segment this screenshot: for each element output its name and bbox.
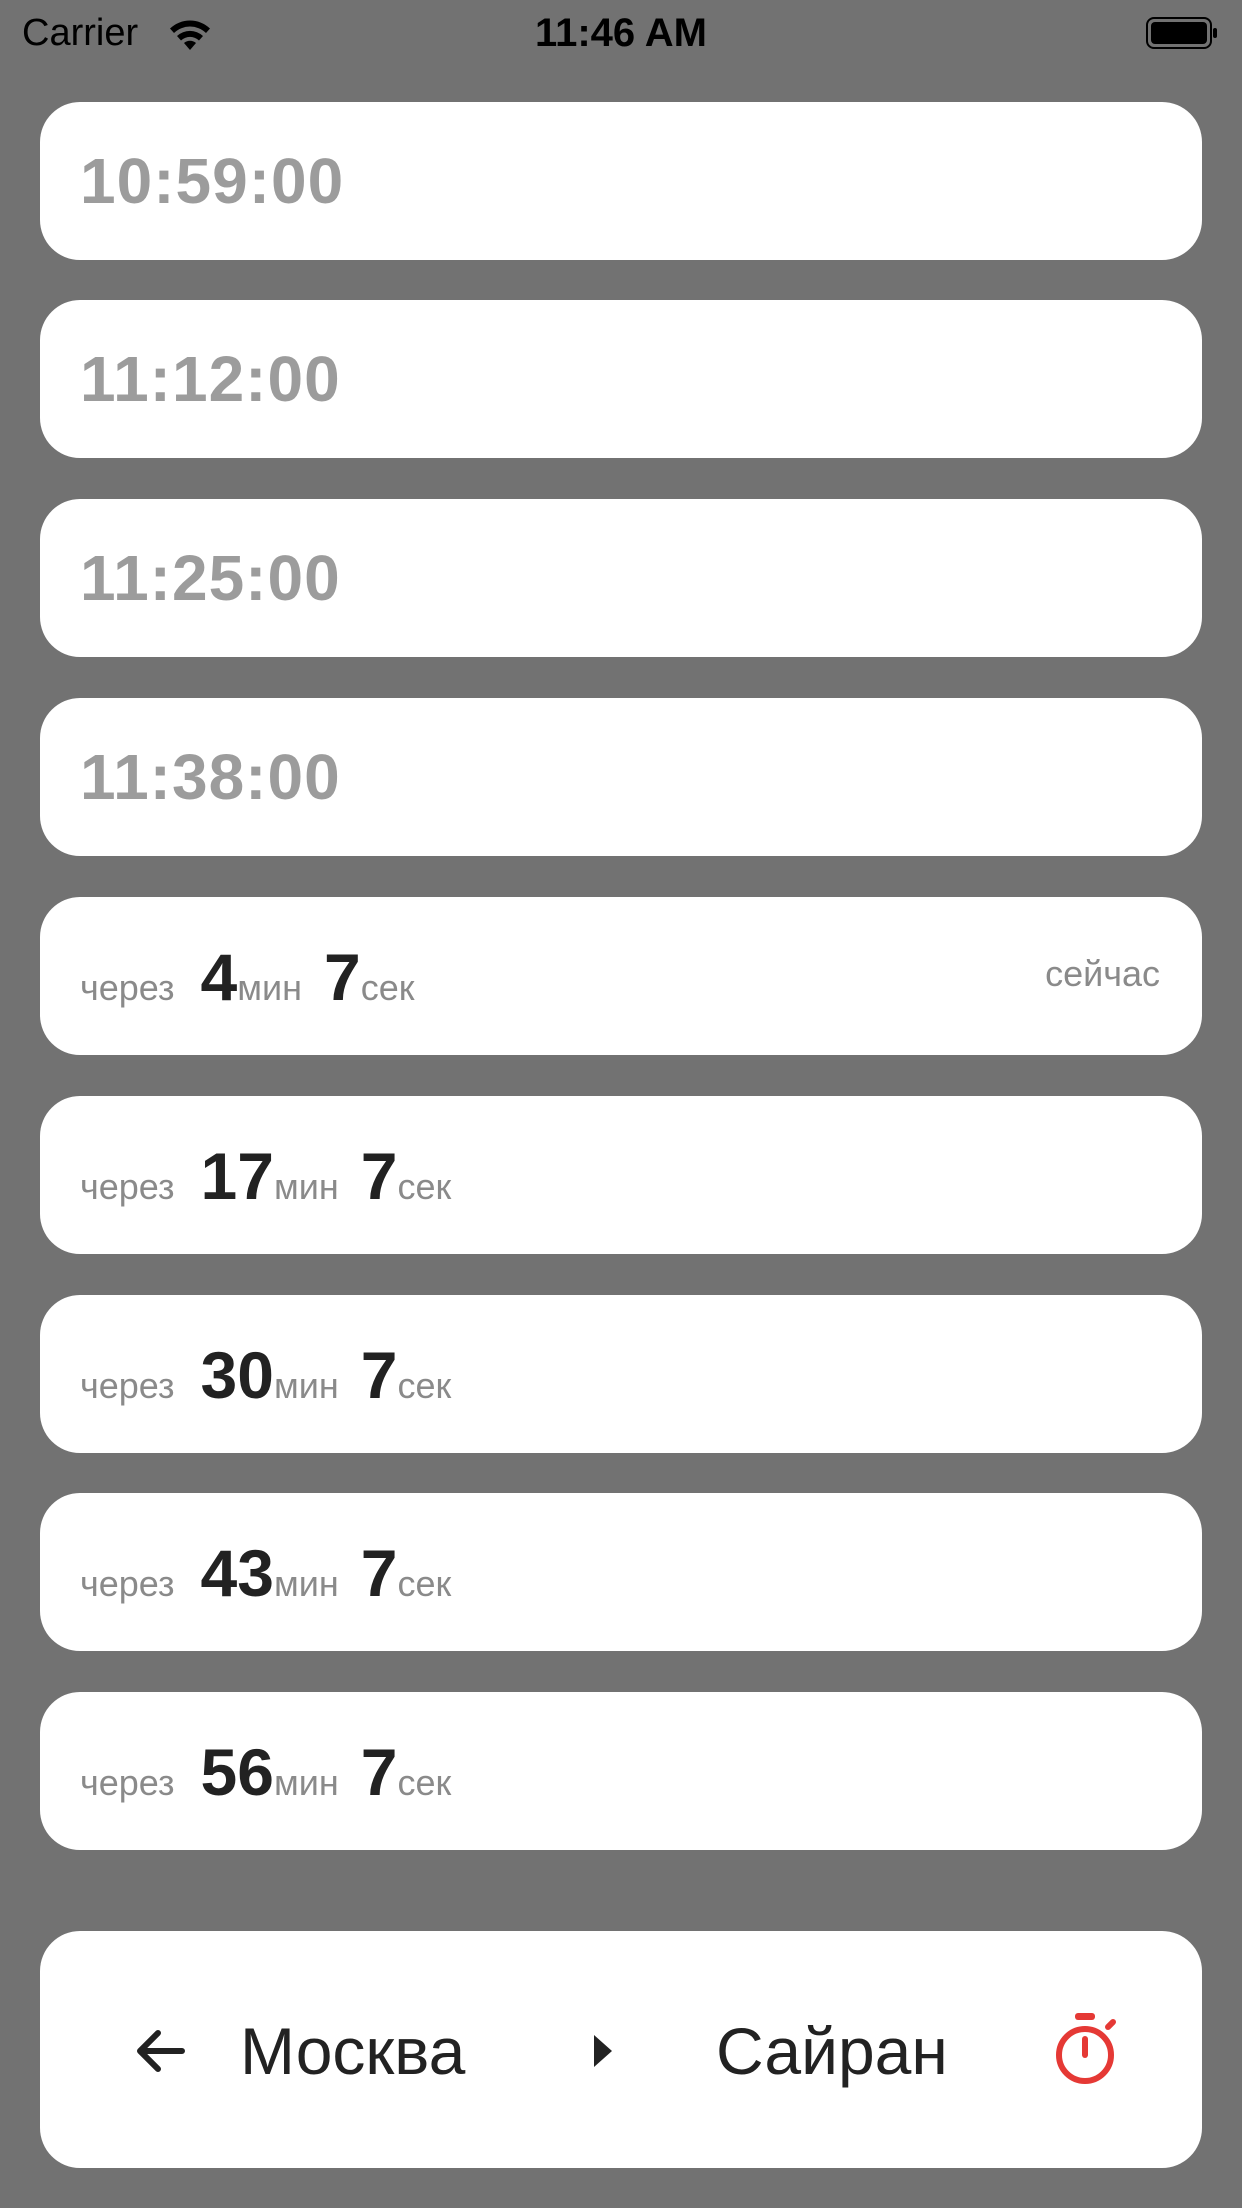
upcoming-departure-card[interactable]: через 56 мин 7 сек <box>40 1692 1202 1850</box>
battery-icon <box>1146 17 1217 49</box>
countdown-prefix: через <box>80 1166 175 1207</box>
departure-time: 11:12:00 <box>80 343 341 415</box>
back-arrow-icon[interactable] <box>130 2021 190 2081</box>
seconds-unit: сек <box>397 1563 452 1604</box>
countdown-seconds: 7 <box>360 1139 398 1213</box>
countdown-minutes: 56 <box>200 1735 274 1809</box>
minutes-unit: мин <box>273 1365 339 1406</box>
minutes-unit: мин <box>273 1166 339 1207</box>
countdown: через 30 мин 7 сек <box>80 1337 451 1427</box>
route-panel: Москва Сайран <box>40 1931 1202 2168</box>
countdown: через 17 мин 7 сек <box>80 1138 451 1228</box>
upcoming-departure-card[interactable]: через 30 мин 7 сек <box>40 1295 1202 1453</box>
seconds-unit: сек <box>360 967 415 1008</box>
minutes-unit: мин <box>237 967 303 1008</box>
countdown: через 43 мин 7 сек <box>80 1535 451 1625</box>
countdown-seconds: 7 <box>360 1338 398 1412</box>
countdown-minutes: 17 <box>200 1139 274 1213</box>
stopwatch-icon[interactable] <box>1050 2011 1120 2087</box>
countdown-prefix: через <box>80 1762 175 1803</box>
past-departure-card[interactable]: 11:12:00 <box>40 300 1202 458</box>
minutes-unit: мин <box>273 1762 339 1803</box>
past-departure-card[interactable]: 11:25:00 <box>40 499 1202 657</box>
seconds-unit: сек <box>397 1762 452 1803</box>
seconds-unit: сек <box>397 1166 452 1207</box>
play-triangle-icon <box>594 2035 612 2067</box>
from-station[interactable]: Москва <box>240 2011 465 2091</box>
departure-time: 11:38:00 <box>80 741 341 813</box>
upcoming-departure-card[interactable]: через 17 мин 7 сек <box>40 1096 1202 1254</box>
minutes-unit: мин <box>273 1563 339 1604</box>
now-badge: сейчас <box>1045 953 1160 994</box>
countdown-prefix: через <box>80 967 175 1008</box>
countdown-minutes: 43 <box>200 1536 274 1610</box>
status-time: 11:46 AM <box>535 11 707 55</box>
to-station[interactable]: Сайран <box>716 2011 948 2091</box>
countdown-minutes: 30 <box>200 1338 274 1412</box>
countdown-prefix: через <box>80 1563 175 1604</box>
departure-time: 11:25:00 <box>80 542 341 614</box>
countdown: через 56 мин 7 сек <box>80 1734 451 1824</box>
countdown-minutes: 4 <box>200 940 238 1014</box>
upcoming-departure-card[interactable]: через 43 мин 7 сек <box>40 1493 1202 1651</box>
past-departure-card[interactable]: 11:38:00 <box>40 698 1202 856</box>
past-departure-card[interactable]: 10:59:00 <box>40 102 1202 260</box>
countdown-seconds: 7 <box>360 1735 398 1809</box>
countdown-seconds: 7 <box>360 1536 398 1610</box>
status-bar: Carrier 11:46 AM <box>0 0 1242 66</box>
countdown-seconds: 7 <box>324 940 361 1014</box>
upcoming-departure-card[interactable]: через 4 мин 7 сек сейчас <box>40 897 1202 1055</box>
departure-time: 10:59:00 <box>80 145 345 217</box>
countdown: через 4 мин 7 сек <box>80 939 415 1029</box>
countdown-prefix: через <box>80 1365 175 1406</box>
seconds-unit: сек <box>397 1365 452 1406</box>
